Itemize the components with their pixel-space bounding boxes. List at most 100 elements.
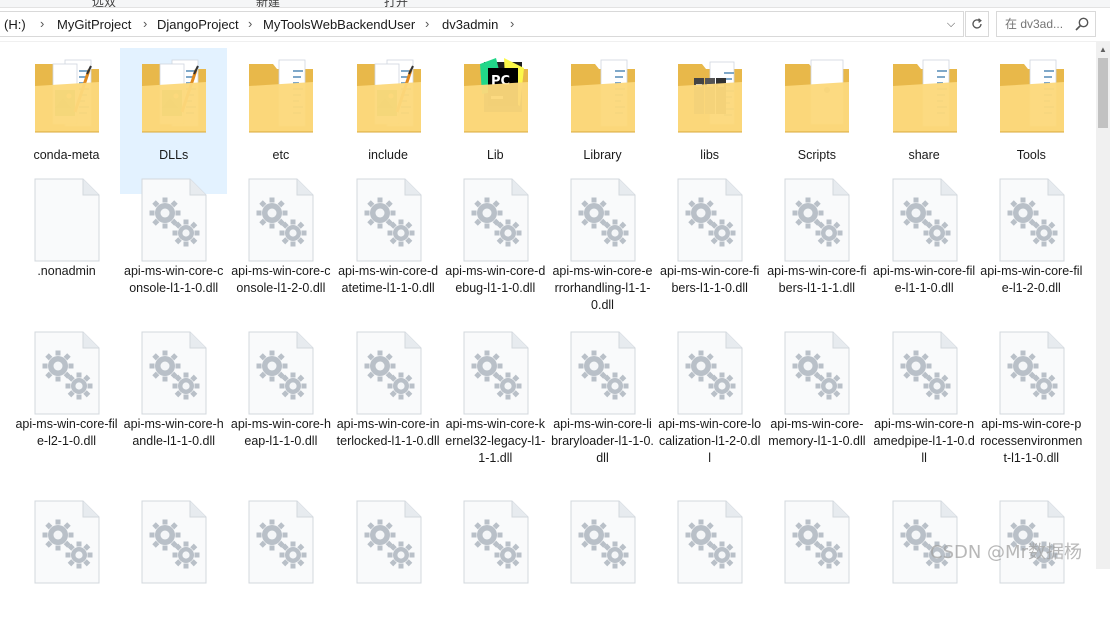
dll-gear-file-icon [996, 177, 1068, 263]
chevron-right-icon[interactable]: › [510, 16, 514, 31]
chevron-right-icon[interactable]: › [143, 16, 147, 31]
dll-file-item[interactable]: api-ms-win-core-interlocked-l1-1-0.dll [335, 325, 442, 475]
breadcrumb-djangoproject[interactable]: DjangoProject [157, 17, 239, 32]
file-label: api-ms-win-core-handle-l1-1-0.dll [123, 417, 224, 448]
folder-label: libs [700, 148, 720, 162]
search-icon[interactable] [1074, 16, 1090, 32]
address-row: (H:) › MyGitProject › DjangoProject › My… [0, 8, 1110, 42]
vertical-scrollbar[interactable]: ▲ [1096, 42, 1110, 569]
chevron-right-icon[interactable]: › [40, 16, 44, 31]
chevron-right-icon[interactable]: › [425, 16, 429, 31]
dll-gear-file-icon [460, 177, 532, 263]
dll-file-item[interactable]: api-ms-win-core-fibers-l1-1-0.dll [656, 172, 763, 322]
address-bar[interactable]: (H:) › MyGitProject › DjangoProject › My… [0, 11, 964, 37]
folder-icon [31, 50, 103, 142]
dll-file-item[interactable]: api-ms-win-core-fibers-l1-1-1.dll [763, 172, 870, 322]
file-label: api-ms-win-core-interlocked-l1-1-0.dll [336, 417, 440, 448]
dll-gear-file-icon [245, 177, 317, 263]
dll-file-item[interactable]: api-ms-win-core-debug-l1-1-0.dll [442, 172, 549, 322]
dll-gear-file-icon [567, 499, 639, 585]
breadcrumb-mygitproject[interactable]: MyGitProject [57, 17, 131, 32]
dll-file-item[interactable]: api-ms-win-core-namedpipe-l1-1-0.dll [871, 325, 978, 475]
dll-file-item[interactable]: api-ms-win-core-console-l1-2-0.dll [227, 172, 334, 322]
chevron-down-icon[interactable]: ⌵ [941, 14, 961, 34]
dll-file-item[interactable]: api-ms-win-core-console-l1-1-0.dll [120, 172, 227, 322]
dll-file-item[interactable]: api-ms-win-core-kernel32-legacy-l1-1-1.d… [442, 325, 549, 475]
dll-gear-file-icon [567, 330, 639, 416]
folder-label: share [908, 148, 940, 162]
folder-label: include [368, 148, 408, 162]
dll-file-item[interactable]: api-ms-win-core-localization-l1-2-0.dll [656, 325, 763, 475]
dll-file-item[interactable]: api-ms-win-core-libraryloader-l1-1-0.dll [549, 325, 656, 475]
breadcrumb-drive[interactable]: (H:) [4, 17, 26, 32]
dll-file-item[interactable] [13, 494, 120, 644]
dll-file-item[interactable]: api-ms-win-core-datetime-l1-1-0.dll [335, 172, 442, 322]
refresh-button[interactable] [965, 11, 989, 37]
dll-file-item[interactable]: api-ms-win-core-heap-l1-1-0.dll [227, 325, 334, 475]
ribbon-label[interactable]: 打开 [384, 0, 408, 7]
folder-icon [353, 50, 425, 142]
dll-gear-file-icon [674, 499, 746, 585]
dll-gear-file-icon [781, 499, 853, 585]
folder-icon [674, 50, 746, 142]
file-item[interactable]: .nonadmin [13, 172, 120, 322]
ribbon-label[interactable]: 远双 [92, 0, 116, 7]
dll-file-item[interactable] [763, 494, 870, 644]
dll-gear-file-icon [674, 177, 746, 263]
dll-file-item[interactable]: api-ms-win-core-processenvironment-l1-1-… [978, 325, 1085, 475]
file-label: api-ms-win-core-processenvironment-l1-1-… [980, 417, 1083, 465]
file-label: api-ms-win-core-file-l1-2-0.dll [980, 264, 1083, 295]
dll-gear-file-icon [353, 499, 425, 585]
search-box[interactable] [996, 11, 1096, 37]
dll-file-item[interactable]: api-ms-win-core-file-l2-1-0.dll [13, 325, 120, 475]
dll-gear-file-icon [889, 330, 961, 416]
dll-file-item[interactable] [656, 494, 763, 644]
dll-gear-file-icon [567, 177, 639, 263]
dll-file-item[interactable] [227, 494, 334, 644]
folder-label: Lib [486, 148, 504, 162]
dll-file-item[interactable] [871, 494, 978, 644]
file-label: api-ms-win-core-file-l2-1-0.dll [15, 417, 118, 448]
file-label: api-ms-win-core-datetime-l1-1-0.dll [338, 264, 439, 295]
dll-gear-file-icon [460, 330, 532, 416]
dll-gear-file-icon [138, 177, 210, 263]
folder-label: conda-meta [33, 148, 100, 162]
dll-gear-file-icon [31, 499, 103, 585]
dll-gear-file-icon [781, 177, 853, 263]
file-label: api-ms-win-core-debug-l1-1-0.dll [445, 264, 546, 295]
folder-icon [996, 50, 1068, 142]
dll-gear-file-icon [996, 330, 1068, 416]
dll-file-item[interactable] [549, 494, 656, 644]
file-label: api-ms-win-core-fibers-l1-1-1.dll [767, 264, 867, 295]
breadcrumb-dv3admin[interactable]: dv3admin [442, 17, 498, 32]
dll-file-item[interactable] [978, 494, 1085, 644]
ribbon-label[interactable]: 新建 [256, 0, 280, 7]
folder-icon [138, 50, 210, 142]
file-label: api-ms-win-core-console-l1-1-0.dll [124, 264, 224, 295]
dll-file-item[interactable] [120, 494, 227, 644]
dll-file-item[interactable]: api-ms-win-core-file-l1-1-0.dll [871, 172, 978, 322]
dll-file-item[interactable]: api-ms-win-core-memory-l1-1-0.dll [763, 325, 870, 475]
dll-file-item[interactable] [335, 494, 442, 644]
folder-label: DLLs [159, 148, 189, 162]
folder-icon [245, 50, 317, 142]
dll-gear-file-icon [245, 330, 317, 416]
chevron-right-icon[interactable]: › [248, 16, 252, 31]
search-input[interactable] [1005, 15, 1073, 33]
dll-file-item[interactable]: api-ms-win-core-file-l1-2-0.dll [978, 172, 1085, 322]
file-label: api-ms-win-core-namedpipe-l1-1-0.dll [873, 417, 975, 465]
scroll-up-arrow-icon[interactable]: ▲ [1096, 42, 1110, 58]
refresh-icon [972, 18, 982, 29]
ribbon-strip: 远双 新建 打开 [0, 0, 1110, 8]
file-label: .nonadmin [37, 264, 96, 278]
dll-gear-file-icon [353, 177, 425, 263]
file-label: api-ms-win-core-localization-l1-2-0.dll [658, 417, 762, 465]
folder-icon [567, 50, 639, 142]
file-label: api-ms-win-core-fibers-l1-1-0.dll [660, 264, 760, 295]
scrollbar-thumb[interactable] [1098, 58, 1108, 128]
dll-file-item[interactable] [442, 494, 549, 644]
breadcrumb-mytoolswebbackenduser[interactable]: MyToolsWebBackendUser [263, 17, 415, 32]
dll-file-item[interactable]: api-ms-win-core-handle-l1-1-0.dll [120, 325, 227, 475]
dll-file-item[interactable]: api-ms-win-core-errorhandling-l1-1-0.dll [549, 172, 656, 322]
folder-label: Tools [1016, 148, 1046, 162]
